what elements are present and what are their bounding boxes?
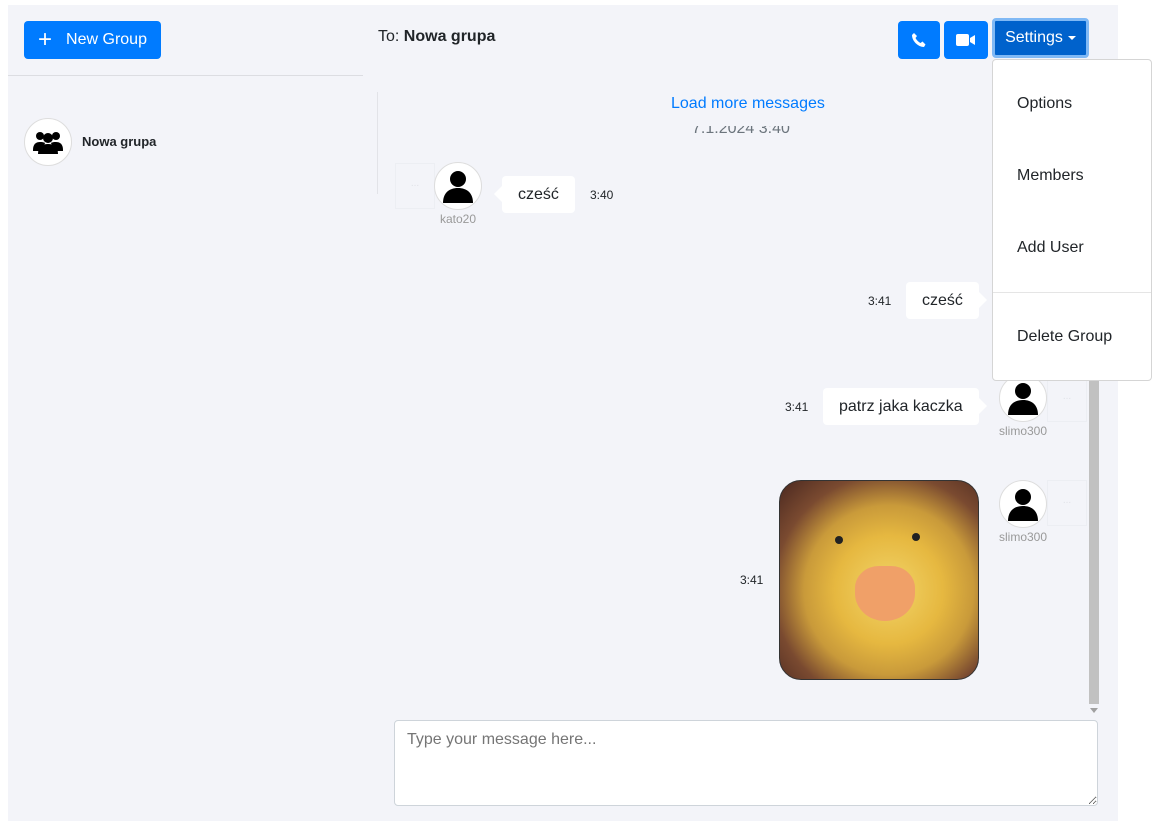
settings-button[interactable]: Settings [992,18,1089,58]
menu-item-delete-group[interactable]: Delete Group [1017,328,1112,346]
voice-call-button[interactable] [898,21,940,59]
group-name: Nowa grupa [82,134,157,149]
message-options[interactable]: ... [395,163,435,209]
menu-divider [993,292,1151,293]
phone-icon [912,33,926,47]
message-username: slimo300 [998,530,1048,544]
message-input[interactable] [394,720,1098,806]
message-time: 3:41 [740,573,764,587]
sidebar-divider [8,75,363,76]
settings-dropdown-menu: Options Members Add User Delete Group [992,59,1152,381]
video-icon [956,34,975,46]
load-more-link[interactable]: Load more messages [671,95,825,113]
message-time: 3:40 [590,188,614,202]
duck-eye [912,533,920,541]
message-options[interactable]: ... [1047,480,1087,526]
caret-down-icon [1067,36,1076,40]
to-label: To: [378,28,400,45]
message-bubble: patrz jaka kaczka [823,388,987,425]
message-time: 3:41 [785,400,809,414]
video-call-button[interactable] [944,21,988,59]
plus-icon: + [38,26,53,53]
duck-eye [835,536,843,544]
message-username: kato20 [439,212,477,226]
message-username: slimo300 [998,424,1048,438]
message-bubble: cześć [906,282,987,319]
menu-item-add-user[interactable]: Add User [1017,239,1084,257]
user-icon [999,480,1047,528]
new-group-button[interactable]: + New Group [24,21,161,59]
duck-beak [855,566,915,621]
settings-label: Settings [1005,29,1063,46]
scroll-down-arrow-icon[interactable] [1090,708,1098,713]
message-bubble: cześć [494,176,575,213]
menu-item-options[interactable]: Options [1017,95,1072,113]
user-icon [434,162,482,210]
message-time: 3:41 [868,294,892,308]
recipient-name: Nowa grupa [403,28,496,45]
date-separator: 7.1.2024 3:40 [692,126,790,137]
user-icon [999,374,1047,422]
chat-divider [377,92,378,194]
users-icon [24,118,72,166]
message-options[interactable]: ... [1047,376,1087,422]
menu-item-members[interactable]: Members [1017,167,1084,185]
chat-recipient: To: Nowa grupa [378,28,495,46]
duckling-image[interactable] [779,480,979,680]
group-list-item[interactable]: Nowa grupa [24,118,354,166]
